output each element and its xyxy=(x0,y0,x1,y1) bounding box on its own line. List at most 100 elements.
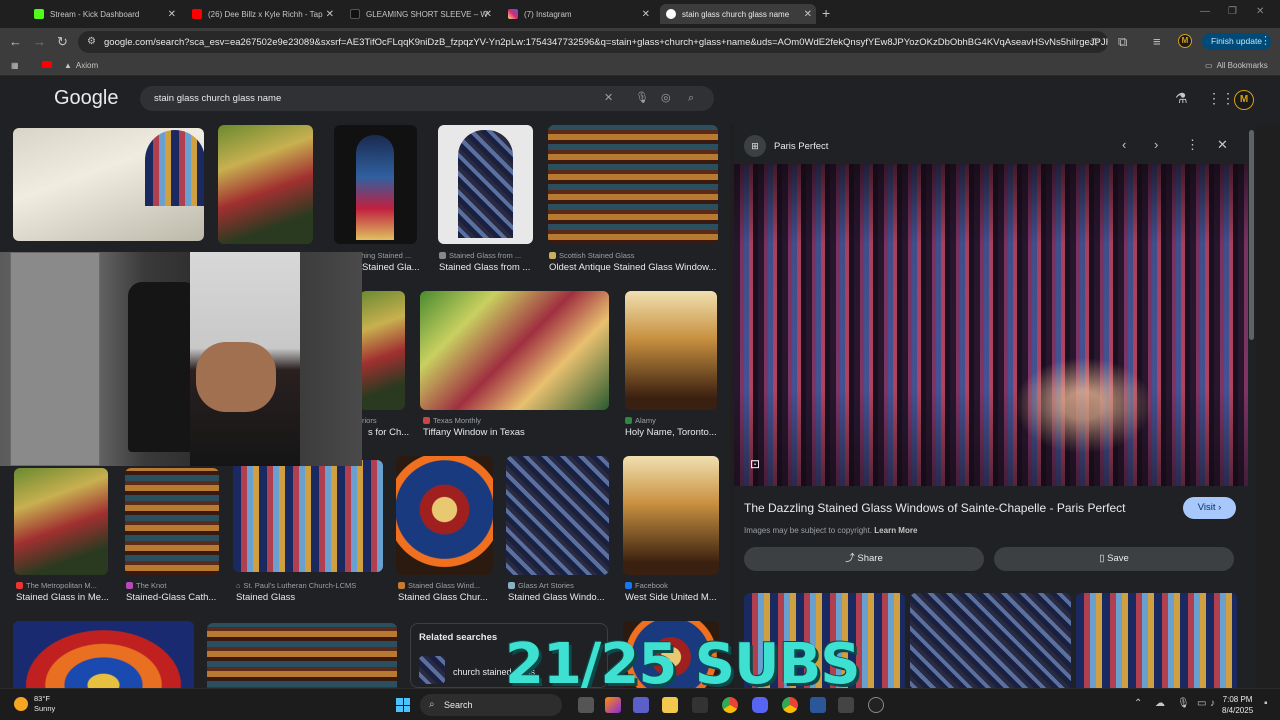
cloud-icon[interactable]: ☁ xyxy=(1155,698,1165,709)
more-options-icon[interactable]: ⋮ xyxy=(1186,137,1199,153)
new-tab-button[interactable]: + xyxy=(822,5,830,21)
account-avatar[interactable]: M xyxy=(1234,90,1254,110)
learn-more-link[interactable]: Learn More xyxy=(874,526,917,535)
previous-icon[interactable]: ‹ xyxy=(1122,137,1126,152)
task-view-icon[interactable] xyxy=(578,697,594,713)
image-result[interactable] xyxy=(218,125,313,244)
site-info-icon[interactable]: ⚙ xyxy=(87,36,96,47)
calculator-icon[interactable] xyxy=(838,697,854,713)
search-icon[interactable]: ⌕ xyxy=(688,86,694,111)
file-explorer-icon[interactable] xyxy=(662,697,678,713)
image-result[interactable] xyxy=(548,125,718,244)
microphone-icon[interactable]: 🎙 xyxy=(1177,698,1190,709)
result-title[interactable]: Stained Glass in Me... xyxy=(16,592,108,603)
teams-icon[interactable] xyxy=(633,697,649,713)
visit-button[interactable]: Visit › xyxy=(1183,497,1236,519)
tab-youtube[interactable]: (26) Dee Billz x Kyle Richh - Tap ✕ xyxy=(186,4,338,24)
profile-avatar[interactable]: M xyxy=(1178,34,1192,48)
close-icon[interactable]: ✕ xyxy=(168,9,176,20)
system-clock[interactable]: 7:08 PM 8/4/2025 xyxy=(1222,694,1253,716)
network-icon[interactable]: ▭ xyxy=(1197,698,1206,709)
restore-icon[interactable]: ❐ xyxy=(1228,6,1237,17)
image-result[interactable] xyxy=(396,456,493,575)
preview-source[interactable]: ⊞ Paris Perfect xyxy=(744,135,828,157)
bookmark-axiom[interactable]: ▲ Axiom xyxy=(64,61,98,70)
store-icon[interactable] xyxy=(692,697,708,713)
share-button[interactable]: ⤴ Share xyxy=(744,547,984,571)
result-title[interactable]: Stained Glass Chur... xyxy=(398,592,493,603)
close-icon[interactable]: ✕ xyxy=(804,9,812,20)
back-icon[interactable]: ← xyxy=(9,34,22,49)
image-result[interactable] xyxy=(14,468,108,575)
image-result[interactable] xyxy=(207,623,397,688)
result-title[interactable]: Stained Glass Windo... xyxy=(508,592,608,603)
related-image[interactable] xyxy=(910,593,1071,688)
google-logo[interactable]: Google xyxy=(54,87,119,110)
volume-icon[interactable]: ♪ xyxy=(1210,698,1215,709)
bookmark-star-icon[interactable]: ☆ xyxy=(1089,35,1100,49)
obs-icon[interactable] xyxy=(868,697,884,713)
close-window-icon[interactable]: ✕ xyxy=(1256,6,1264,17)
all-bookmarks[interactable]: ▭ All Bookmarks xyxy=(1205,61,1268,70)
lens-search-icon[interactable]: ⊡ xyxy=(750,457,760,471)
extensions-icon[interactable]: ⧉ xyxy=(1118,34,1127,50)
close-icon[interactable]: ✕ xyxy=(642,9,650,20)
image-result[interactable] xyxy=(625,291,717,410)
preview-scrollbar[interactable] xyxy=(1249,130,1254,340)
weather-widget[interactable]: 83°F Sunny xyxy=(14,694,55,714)
image-result[interactable] xyxy=(623,456,719,575)
image-result[interactable] xyxy=(360,291,405,410)
forward-icon[interactable]: → xyxy=(33,34,46,49)
address-bar[interactable]: ⚙ google.com/search?sca_esv=ea267502e9e2… xyxy=(78,31,1108,53)
chrome-alt-icon[interactable] xyxy=(782,697,798,713)
result-title[interactable]: Stained Glass xyxy=(236,592,386,603)
bookmark-youtube[interactable] xyxy=(42,61,52,68)
windows-start-icon[interactable] xyxy=(396,698,410,712)
result-title[interactable]: Stained Glass from ... xyxy=(439,262,539,273)
image-result[interactable] xyxy=(13,621,194,688)
image-result[interactable] xyxy=(13,128,204,241)
result-title[interactable]: West Side United M... xyxy=(625,592,720,603)
result-title[interactable]: Oldest Antique Stained Glass Window... xyxy=(549,262,719,273)
clear-icon[interactable]: ✕ xyxy=(604,86,613,111)
labs-flask-icon[interactable]: ⚗ xyxy=(1175,90,1188,107)
show-hidden-icons[interactable]: ⌃ xyxy=(1134,698,1142,709)
result-title[interactable]: Tiffany Window in Texas xyxy=(423,427,603,438)
notifications-icon[interactable]: ▪ xyxy=(1264,698,1268,709)
reload-icon[interactable]: ↻ xyxy=(57,34,68,50)
preview-title[interactable]: The Dazzling Stained Glass Windows of Sa… xyxy=(744,501,1126,515)
minimize-icon[interactable]: — xyxy=(1200,6,1210,17)
image-result[interactable] xyxy=(233,460,383,572)
image-result[interactable] xyxy=(125,468,219,575)
copilot-icon[interactable] xyxy=(605,697,621,713)
save-button[interactable]: ▯ Save xyxy=(994,547,1234,571)
related-image[interactable] xyxy=(1076,593,1237,688)
notepad-icon[interactable] xyxy=(810,697,826,713)
close-icon[interactable]: ✕ xyxy=(1217,137,1228,153)
image-result[interactable] xyxy=(334,125,417,244)
tab-instagram[interactable]: (7) Instagram ✕ xyxy=(502,4,654,24)
preview-image[interactable] xyxy=(734,164,1248,486)
result-title[interactable]: Holy Name, Toronto... xyxy=(625,427,720,438)
lens-icon[interactable]: ◎ xyxy=(661,86,671,111)
result-title[interactable]: Stained-Glass Cath... xyxy=(126,592,218,603)
image-result[interactable] xyxy=(506,456,609,575)
next-icon[interactable]: › xyxy=(1154,137,1158,152)
chrome-icon[interactable] xyxy=(722,697,738,713)
microphone-icon[interactable]: 🎙 xyxy=(635,86,649,111)
result-title[interactable]: s for Ch... xyxy=(368,427,413,438)
tab-shop[interactable]: GLEAMING SHORT SLEEVE – W ✕ xyxy=(344,4,496,24)
google-apps-icon[interactable]: ⋮⋮ xyxy=(1207,90,1235,107)
apps-grid-icon[interactable]: ▦ xyxy=(11,61,19,70)
result-title[interactable]: Stained Gla... xyxy=(362,262,434,273)
reading-list-icon[interactable]: ≡ xyxy=(1153,34,1161,49)
taskbar-search[interactable]: ⌕ Search xyxy=(420,694,562,716)
close-icon[interactable]: ✕ xyxy=(484,9,492,20)
discord-icon[interactable] xyxy=(752,697,768,713)
tab-kick[interactable]: Stream - Kick Dashboard ✕ xyxy=(28,4,180,24)
kebab-menu-icon[interactable]: ⋮ xyxy=(1260,34,1271,47)
image-result[interactable] xyxy=(420,291,609,410)
close-icon[interactable]: ✕ xyxy=(326,9,334,20)
image-result[interactable] xyxy=(438,125,533,244)
search-input[interactable]: stain glass church glass name ✕ 🎙 ◎ ⌕ xyxy=(140,86,714,111)
